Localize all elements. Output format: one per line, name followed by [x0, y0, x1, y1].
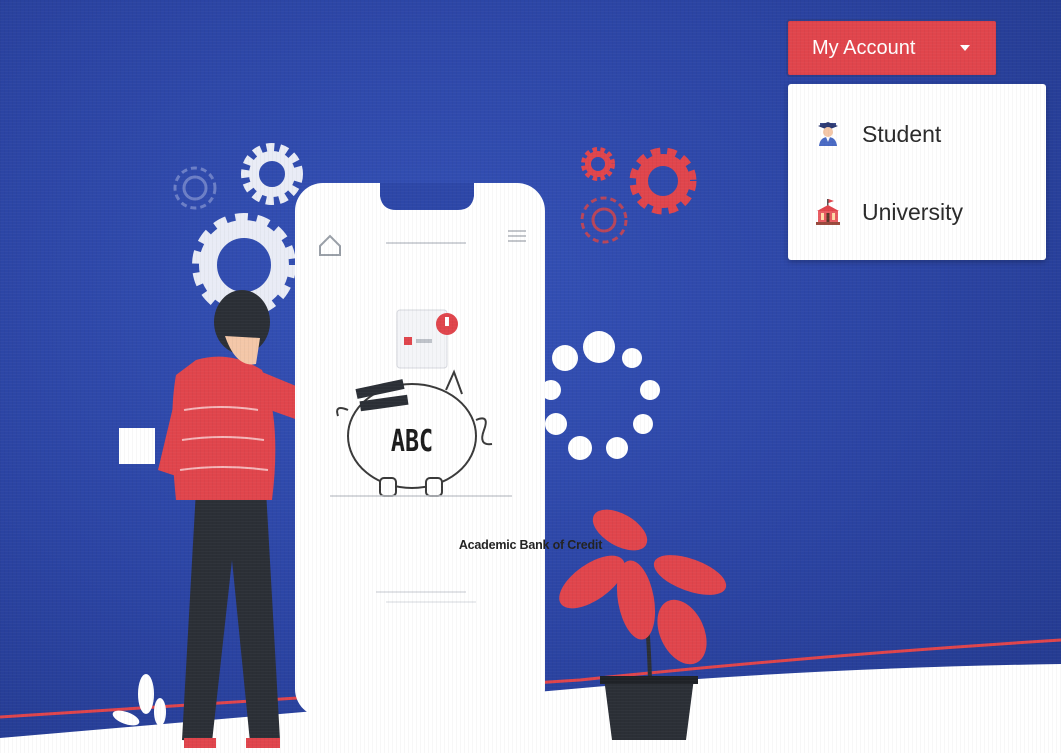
my-account-button[interactable]: My Account	[786, 19, 998, 77]
account-dropdown-menu: Student University	[788, 84, 1046, 260]
menu-item-label: Student	[862, 120, 942, 147]
student-graduate-icon	[818, 122, 838, 146]
landing-hero: ABC Academic Bank of Credit My Account S…	[0, 0, 1061, 753]
hamburger-menu-icon[interactable]	[508, 230, 526, 242]
home-icon[interactable]	[319, 234, 341, 256]
phone-notch	[380, 183, 474, 210]
menu-item-student[interactable]: Student	[788, 104, 1046, 164]
app-title: Academic Bank of Credit	[458, 538, 603, 552]
university-building-icon	[816, 199, 840, 225]
my-account-label: My Account	[812, 36, 916, 59]
menu-item-label: University	[862, 198, 963, 225]
phone-logo-text: ABC	[390, 424, 434, 459]
caret-down-icon	[960, 45, 970, 51]
menu-item-university[interactable]: University	[788, 182, 1046, 242]
